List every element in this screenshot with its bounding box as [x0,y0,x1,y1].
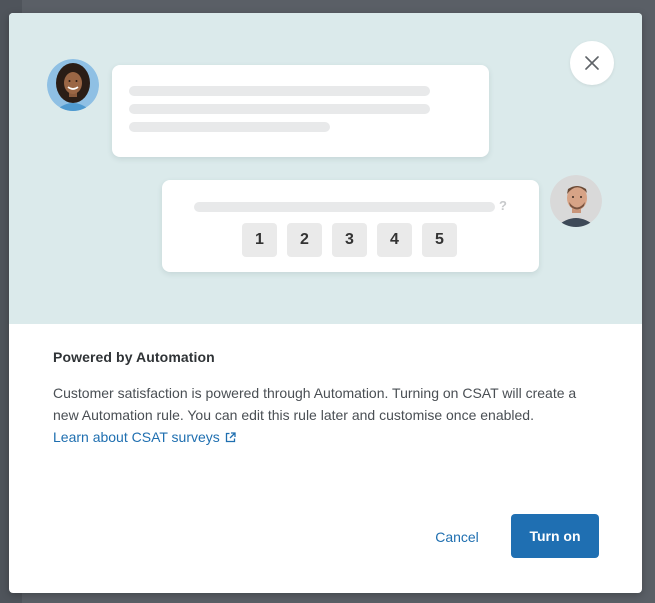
survey-bubble: ? 1 2 3 4 5 [162,180,539,272]
agent-avatar [47,59,99,111]
rating-option-3: 3 [332,223,367,257]
question-mark: ? [499,198,507,213]
close-button[interactable] [570,41,614,85]
placeholder-line [129,86,430,96]
cancel-button[interactable]: Cancel [421,515,493,559]
rating-option-4: 4 [377,223,412,257]
placeholder-line [129,104,430,114]
placeholder-line [129,122,330,132]
dialog-content: Powered by Automation Customer satisfact… [53,349,593,448]
rating-option-5: 5 [422,223,457,257]
turn-on-button[interactable]: Turn on [511,514,599,558]
rating-option-1: 1 [242,223,277,257]
csat-illustration: ? 1 2 3 4 5 [9,13,642,324]
learn-link-label: Learn about CSAT surveys [53,429,220,445]
placeholder-line [194,202,495,212]
external-link-icon [225,431,236,442]
csat-dialog: ? 1 2 3 4 5 Powered by Automation Custom… [9,13,642,593]
dialog-heading: Powered by Automation [53,349,215,365]
dialog-description: Customer satisfaction is powered through… [53,385,577,423]
rating-option-2: 2 [287,223,322,257]
learn-csat-link[interactable]: Learn about CSAT surveys [53,426,236,448]
close-icon [585,56,599,70]
agent-message-bubble [112,65,489,157]
customer-avatar [550,175,602,227]
